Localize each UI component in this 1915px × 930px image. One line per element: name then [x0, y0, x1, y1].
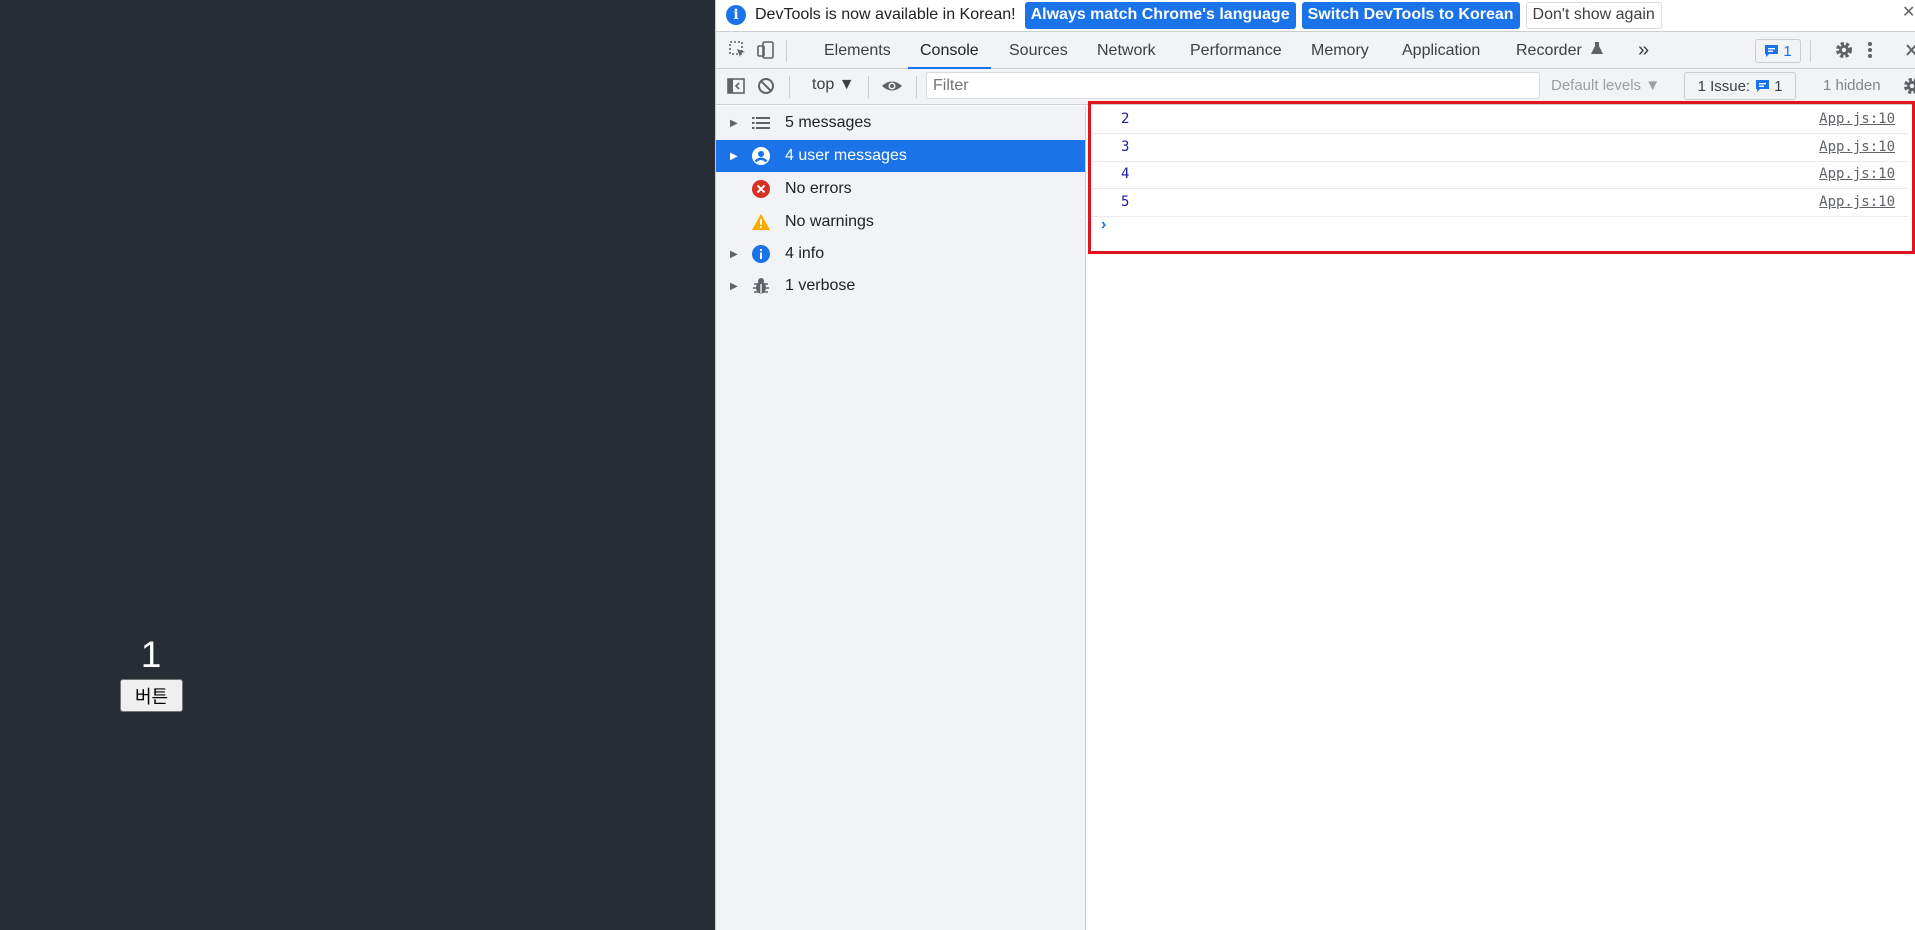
log-source-link[interactable]: App.js:10 [1819, 166, 1895, 182]
console-log-row: 5 App.js:10 [1087, 189, 1909, 217]
sidebar-item-label: 1 verbose [785, 277, 856, 294]
flask-icon [1590, 32, 1604, 69]
sidebar-item-label: 4 user messages [785, 147, 907, 164]
divider [1810, 40, 1811, 62]
divider [868, 76, 869, 98]
devtools-tabbar: Elements Console Sources Network Perform… [716, 31, 1915, 69]
issues-badge-count: 1 [1783, 42, 1792, 60]
sidebar-toggle-icon[interactable] [726, 76, 746, 100]
app-viewport: 1 버튼 [0, 0, 715, 930]
language-infobar: i DevTools is now available in Korean! A… [716, 0, 1915, 30]
eye-icon[interactable] [881, 76, 903, 100]
tab-recorder-label: Recorder [1516, 42, 1582, 59]
console-sidebar: ▶ 5 messages ▶ 4 user messages No errors… [716, 106, 1086, 930]
hidden-messages-count: 1 hidden [1823, 77, 1881, 94]
log-levels-dropdown[interactable]: Default levels ▼ [1551, 77, 1660, 94]
device-toolbar-icon[interactable] [756, 40, 776, 64]
console-log-row: 2 App.js:10 [1087, 106, 1909, 134]
tab-sources[interactable]: Sources [1009, 32, 1068, 69]
error-icon [751, 179, 771, 199]
issues-button[interactable]: 1 Issue: 1 [1684, 72, 1796, 100]
gear-icon[interactable] [1834, 40, 1854, 64]
user-icon [751, 146, 771, 166]
expand-arrow-icon[interactable]: ▶ [730, 281, 738, 292]
info-icon: i [726, 5, 746, 25]
log-value: 5 [1121, 194, 1130, 210]
sidebar-item-warnings[interactable]: No warnings [716, 206, 1085, 238]
increment-button[interactable]: 버튼 [120, 679, 183, 712]
sidebar-item-label: 5 messages [785, 114, 872, 131]
console-messages [1087, 106, 1915, 930]
console-toolbar: top ▼ Default levels ▼ 1 Issue: 1 1 hidd… [716, 69, 1915, 105]
close-icon[interactable]: ✕ [1902, 2, 1915, 22]
more-tabs-icon[interactable]: » [1638, 32, 1649, 69]
issues-label: 1 Issue: [1697, 77, 1751, 95]
switch-language-button[interactable]: Switch DevTools to Korean [1301, 1, 1520, 29]
sidebar-item-errors[interactable]: No errors [716, 173, 1085, 205]
log-source-link[interactable]: App.js:10 [1819, 139, 1895, 155]
tab-performance[interactable]: Performance [1190, 32, 1282, 69]
issues-count: 1 [1774, 77, 1783, 95]
tab-memory[interactable]: Memory [1311, 32, 1369, 69]
devtools-panel: i DevTools is now available in Korean! A… [715, 0, 1915, 930]
match-language-button[interactable]: Always match Chrome's language [1024, 1, 1296, 29]
filter-input[interactable] [926, 72, 1540, 99]
message-icon [1764, 44, 1779, 58]
clear-console-icon[interactable] [756, 76, 776, 100]
console-settings-icon[interactable] [1902, 76, 1915, 100]
sidebar-item-label: No errors [785, 180, 852, 197]
divider [786, 40, 787, 62]
sidebar-item-user-messages[interactable]: ▶ 4 user messages [716, 140, 1085, 172]
tab-network[interactable]: Network [1097, 32, 1156, 69]
tab-elements[interactable]: Elements [824, 32, 891, 69]
log-value: 2 [1121, 111, 1130, 127]
console-prompt[interactable]: › [1101, 216, 1106, 234]
sidebar-item-verbose[interactable]: ▶ 1 verbose [716, 270, 1085, 302]
warning-icon [751, 212, 771, 232]
close-devtools-icon[interactable] [1906, 40, 1915, 64]
log-value: 4 [1121, 166, 1130, 182]
divider [789, 76, 790, 98]
log-value: 3 [1121, 139, 1130, 155]
info-icon [751, 244, 771, 264]
sidebar-item-info[interactable]: ▶ 4 info [716, 238, 1085, 270]
list-icon [751, 113, 771, 133]
kebab-menu-icon[interactable] [1866, 40, 1874, 64]
message-icon [1755, 79, 1770, 93]
expand-arrow-icon[interactable]: ▶ [730, 118, 738, 129]
infobar-message: DevTools is now available in Korean! [755, 6, 1016, 23]
tab-recorder[interactable]: Recorder [1516, 32, 1604, 69]
sidebar-item-label: 4 info [785, 245, 825, 262]
expand-arrow-icon[interactable]: ▶ [730, 249, 738, 260]
sidebar-item-messages[interactable]: ▶ 5 messages [716, 107, 1085, 139]
tab-application[interactable]: Application [1402, 32, 1480, 69]
inspect-element-icon[interactable] [728, 40, 748, 64]
expand-arrow-icon[interactable]: ▶ [730, 151, 738, 162]
console-log-row: 3 App.js:10 [1087, 134, 1909, 162]
issues-badge[interactable]: 1 [1755, 39, 1801, 63]
counter-value: 1 [140, 634, 162, 675]
sidebar-item-label: No warnings [785, 213, 874, 230]
tab-console[interactable]: Console [908, 32, 991, 69]
console-log-row: 4 App.js:10 [1087, 161, 1909, 189]
divider [916, 76, 917, 98]
log-source-link[interactable]: App.js:10 [1819, 194, 1895, 210]
log-source-link[interactable]: App.js:10 [1819, 111, 1895, 127]
bug-icon [751, 276, 771, 296]
dont-show-again-button[interactable]: Don't show again [1525, 1, 1662, 29]
context-dropdown[interactable]: top ▼ [812, 76, 855, 94]
